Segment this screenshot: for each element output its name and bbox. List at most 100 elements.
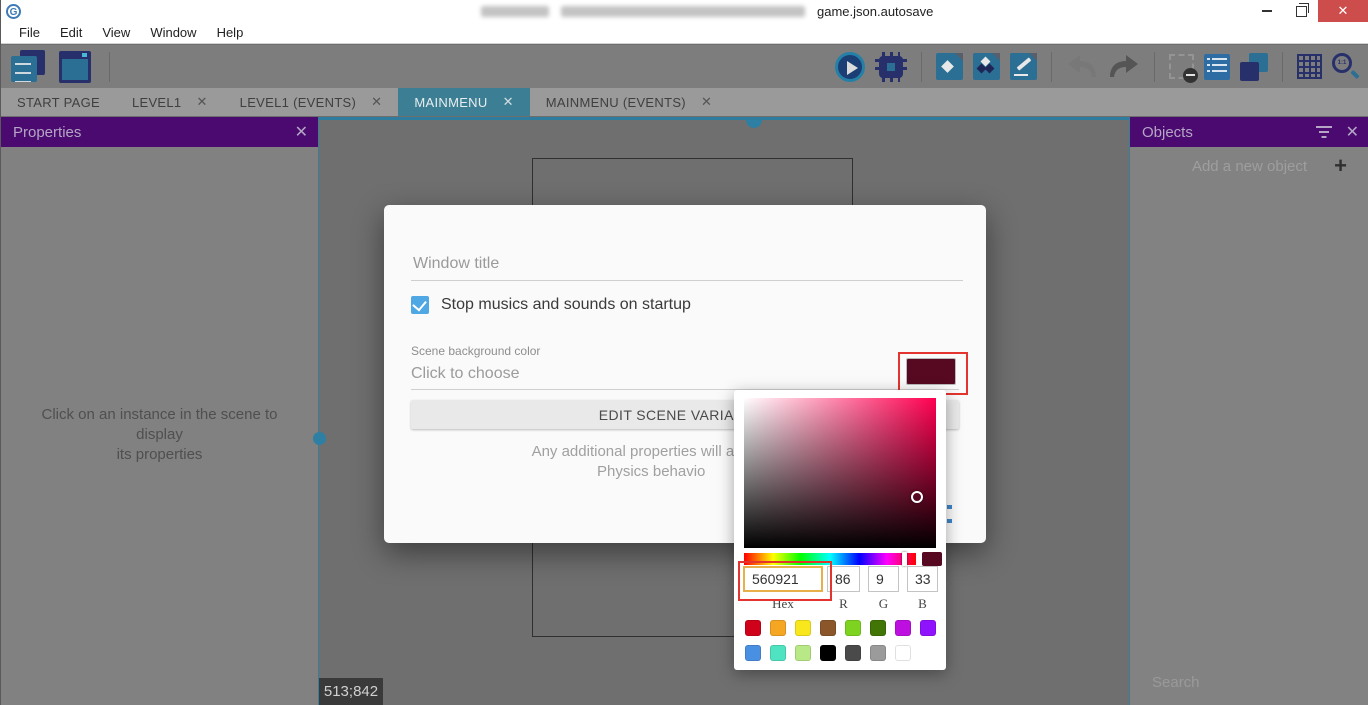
green-input[interactable] — [868, 566, 899, 592]
preset-color-swatch[interactable] — [770, 645, 786, 661]
menu-bar: File Edit View Window Help — [1, 22, 1368, 44]
tab-bar: START PAGE LEVEL1✕ LEVEL1 (EVENTS)✕ MAIN… — [1, 88, 1368, 117]
edit-scene-document-icon[interactable] — [1010, 53, 1037, 80]
menu-file[interactable]: File — [9, 22, 50, 43]
gdevelop-logo-icon: G — [6, 4, 21, 19]
current-color-swatch — [922, 552, 942, 566]
scene-window-icon[interactable] — [59, 51, 91, 83]
menu-view[interactable]: View — [92, 22, 140, 43]
toggle-mask-icon[interactable] — [1169, 54, 1194, 79]
add-object-plus-icon[interactable]: + — [1334, 153, 1347, 179]
debug-icon[interactable] — [879, 56, 903, 78]
toolbar-divider — [1154, 52, 1155, 82]
project-manager-icon[interactable] — [11, 50, 45, 84]
tab-close-icon[interactable]: ✕ — [196, 94, 207, 110]
layers-icon[interactable] — [1240, 53, 1268, 81]
tab-close-icon[interactable]: ✕ — [371, 94, 382, 110]
close-button[interactable]: ✕ — [1318, 0, 1368, 22]
window-title-field[interactable] — [411, 248, 963, 281]
preset-color-swatch[interactable] — [820, 645, 836, 661]
properties-panel-title: Properties — [13, 124, 81, 141]
objects-close-icon[interactable]: ✕ — [1346, 122, 1359, 142]
properties-panel-header: Properties ✕ — [1, 117, 318, 147]
objects-panel-header: Objects ✕ — [1130, 117, 1368, 147]
preset-color-swatch[interactable] — [795, 620, 811, 636]
toolbar-divider — [1051, 52, 1052, 82]
tab-start-page[interactable]: START PAGE — [1, 88, 116, 116]
tab-mainmenu-events[interactable]: MAINMENU (EVENTS)✕ — [530, 88, 728, 116]
menu-window[interactable]: Window — [140, 22, 206, 43]
menu-edit[interactable]: Edit — [50, 22, 92, 43]
restore-icon — [1296, 6, 1307, 17]
g-label: G — [868, 596, 899, 612]
hue-slider-handle[interactable] — [902, 552, 907, 566]
toolbar-divider — [1282, 52, 1283, 82]
preset-color-swatch[interactable] — [845, 620, 861, 636]
menu-help[interactable]: Help — [207, 22, 254, 43]
window-title: game.json.autosave — [481, 0, 933, 22]
properties-close-icon[interactable]: ✕ — [295, 122, 308, 142]
filter-icon[interactable] — [1316, 126, 1332, 138]
add-new-object-label: Add a new object — [1192, 158, 1307, 175]
tab-level1[interactable]: LEVEL1✕ — [116, 88, 224, 116]
preset-color-swatch[interactable] — [870, 620, 886, 636]
saturation-area[interactable] — [744, 398, 936, 548]
preset-color-swatch[interactable] — [895, 645, 911, 661]
preset-color-swatch[interactable] — [895, 620, 911, 636]
gdevelop-window: G game.json.autosave ✕ File Edit View Wi… — [0, 0, 1368, 705]
highlight-annotation-hex — [738, 561, 832, 601]
redacted-title-block — [481, 6, 549, 17]
b-label: B — [907, 596, 938, 612]
hidden-link-fragment — [947, 505, 952, 509]
hidden-link-fragment — [947, 519, 952, 523]
highlight-annotation-swatch — [898, 352, 968, 395]
stop-music-label: Stop musics and sounds on startup — [441, 296, 691, 314]
preset-color-swatch[interactable] — [920, 620, 936, 636]
additional-properties-note: Physics behavio — [597, 463, 705, 480]
preset-color-swatch[interactable] — [870, 645, 886, 661]
title-bar: G game.json.autosave ✕ — [1, 0, 1368, 22]
objects-search-input[interactable] — [1150, 673, 1353, 692]
preset-color-swatch[interactable] — [795, 645, 811, 661]
objects-panel-title: Objects — [1142, 124, 1193, 141]
objects-search-row — [1130, 659, 1368, 705]
preset-swatch-grid — [745, 620, 939, 661]
active-tab-underline — [319, 117, 1129, 120]
stop-music-checkbox[interactable] — [411, 296, 429, 314]
add-new-object-row[interactable]: Add a new object + — [1130, 147, 1368, 185]
tab-close-icon[interactable]: ✕ — [701, 94, 712, 110]
instances-list-icon[interactable] — [1204, 54, 1230, 80]
color-picker-popup: Hex R G B — [734, 390, 946, 670]
toolbar-divider — [921, 52, 922, 82]
window-title-text: game.json.autosave — [817, 4, 933, 19]
toolbar: 1:1 — [1, 45, 1368, 88]
preset-color-swatch[interactable] — [845, 645, 861, 661]
preset-color-swatch[interactable] — [820, 620, 836, 636]
restore-button[interactable] — [1284, 0, 1318, 22]
undo-icon[interactable] — [1066, 54, 1098, 80]
properties-panel: Properties ✕ Click on an instance in the… — [1, 117, 319, 705]
preset-color-swatch[interactable] — [745, 645, 761, 661]
redacted-title-block — [561, 6, 805, 17]
redo-icon[interactable] — [1108, 54, 1140, 80]
toolbar-divider — [109, 52, 110, 82]
tab-close-icon[interactable]: ✕ — [503, 94, 514, 110]
grid-icon[interactable] — [1297, 54, 1322, 79]
minimize-button[interactable] — [1250, 0, 1284, 22]
objects-panel: Objects ✕ Add a new object + — [1129, 117, 1368, 705]
objects-document-icon[interactable] — [973, 53, 1000, 80]
saturation-cursor[interactable] — [911, 491, 923, 503]
preview-play-icon[interactable] — [835, 52, 865, 82]
tab-mainmenu[interactable]: MAINMENU✕ — [398, 88, 529, 116]
cursor-coordinates-badge: 513;842 — [319, 678, 383, 705]
zoom-original-1-1-icon[interactable]: 1:1 — [1332, 53, 1360, 81]
properties-empty-message: Click on an instance in the scene to dis… — [19, 405, 300, 465]
export-document-icon[interactable] — [936, 53, 963, 80]
click-to-choose-text[interactable]: Click to choose — [411, 365, 520, 383]
preset-color-swatch[interactable] — [770, 620, 786, 636]
scene-background-color-label: Scene background color — [411, 344, 540, 358]
tab-level1-events[interactable]: LEVEL1 (EVENTS)✕ — [224, 88, 399, 116]
preset-color-swatch[interactable] — [745, 620, 761, 636]
blue-input[interactable] — [907, 566, 938, 592]
panel-drag-handle-left[interactable] — [313, 432, 326, 445]
